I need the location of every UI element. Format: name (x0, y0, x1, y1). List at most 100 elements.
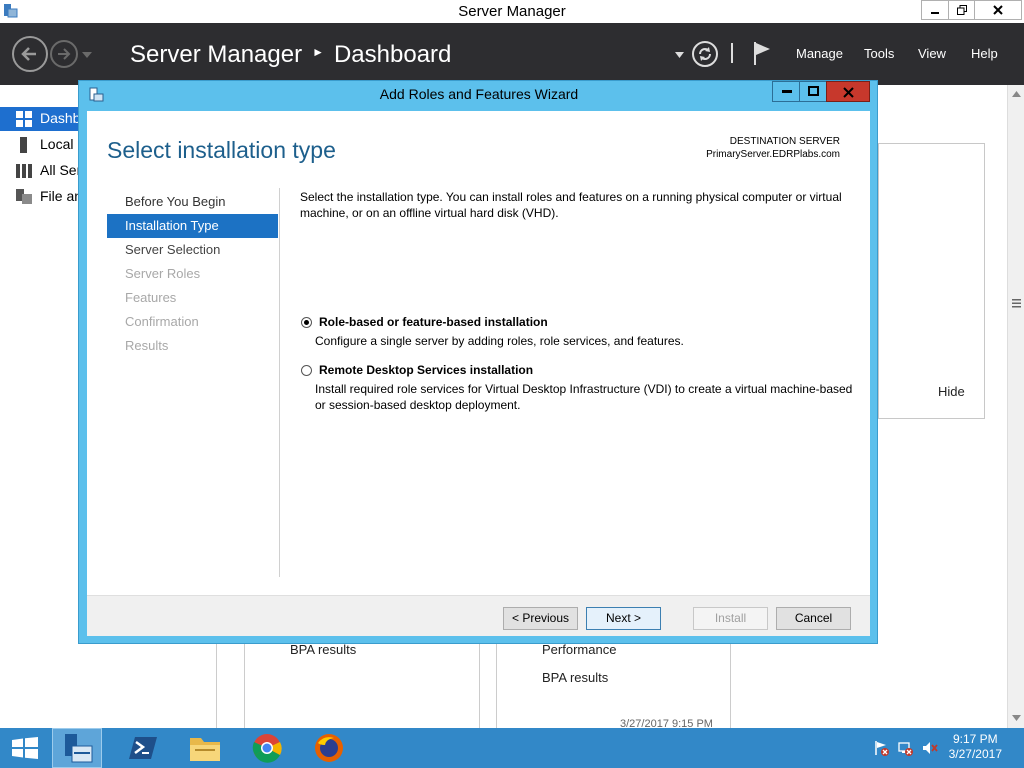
taskbar-firefox[interactable] (304, 728, 354, 768)
dialog-close-button[interactable] (826, 81, 870, 102)
window-titlebar: Server Manager (0, 0, 1024, 23)
notifications-dropdown-icon[interactable] (675, 52, 684, 58)
steps-divider (279, 188, 280, 577)
dialog-minimize-button[interactable] (772, 81, 800, 102)
breadcrumb-separator-icon: ► (312, 45, 324, 59)
remote-desktop-option-title[interactable]: Remote Desktop Services installation (319, 363, 533, 377)
wizard-body: Select installation type DESTINATION SER… (87, 111, 870, 636)
next-button[interactable]: Next > (586, 607, 661, 630)
step-before-you-begin[interactable]: Before You Begin (107, 190, 278, 214)
sidebar-item-file-storage[interactable]: File an (0, 185, 80, 209)
refresh-icon (694, 43, 716, 65)
servers-icon (16, 163, 32, 179)
step-server-roles: Server Roles (107, 262, 278, 286)
performance-link[interactable]: Performance (542, 642, 616, 657)
maximize-icon (808, 86, 819, 97)
network-icon[interactable] (898, 740, 914, 756)
server-manager-header: Server Manager ► Dashboard Manage Tools Vi… (0, 23, 1024, 85)
menu-view[interactable]: View (918, 46, 946, 61)
remote-desktop-option-desc: Install required role services for Virtu… (315, 381, 855, 413)
clock-time: 9:17 PM (949, 732, 1002, 747)
minimize-icon (782, 90, 792, 94)
destination-server-name: PrimaryServer.EDRPlabs.com (706, 148, 840, 161)
scroll-grip-icon (1012, 299, 1021, 308)
sidebar: Dashb Local S All Ser File an (0, 85, 80, 728)
step-features: Features (107, 286, 278, 310)
close-icon (843, 87, 854, 98)
menu-manage[interactable]: Manage (796, 46, 843, 61)
refresh-timestamp: 3/27/2017 9:15 PM (620, 718, 713, 728)
breadcrumb-app[interactable]: Server Manager (130, 41, 302, 68)
welcome-panel (878, 143, 985, 419)
role-based-option-desc: Configure a single server by adding role… (315, 333, 855, 349)
breadcrumb-page: Dashboard (334, 41, 451, 68)
windows-logo-icon (12, 737, 38, 759)
divider (496, 644, 497, 728)
minimize-icon (930, 5, 940, 15)
action-center-flag-icon[interactable] (874, 740, 890, 756)
dialog-maximize-button[interactable] (799, 81, 827, 102)
back-button[interactable] (12, 36, 48, 72)
close-icon (993, 5, 1003, 15)
step-installation-type[interactable]: Installation Type (107, 214, 278, 238)
dashboard-scrollbar[interactable] (1007, 85, 1024, 728)
taskbar-server-manager[interactable] (52, 728, 102, 768)
divider (244, 644, 245, 728)
sidebar-item-label: All Ser (40, 162, 80, 178)
cancel-button[interactable]: Cancel (776, 607, 851, 630)
powershell-icon (129, 735, 157, 761)
chrome-icon (252, 733, 282, 763)
minimize-button[interactable] (921, 0, 949, 20)
start-button[interactable] (0, 728, 50, 768)
sidebar-item-label: File an (40, 188, 80, 204)
destination-server-info: DESTINATION SERVER PrimaryServer.EDRPlab… (706, 135, 840, 161)
divider (216, 644, 217, 728)
sidebar-item-label: Local S (40, 136, 80, 152)
step-server-selection[interactable]: Server Selection (107, 238, 278, 262)
file-storage-icon (16, 189, 32, 205)
destination-label: DESTINATION SERVER (706, 135, 840, 148)
sidebar-item-all-servers[interactable]: All Ser (0, 159, 80, 183)
header-divider (731, 43, 733, 63)
refresh-button[interactable] (692, 41, 718, 67)
sidebar-item-dashboard[interactable]: Dashb (0, 107, 80, 131)
role-based-option-title[interactable]: Role-based or feature-based installation (319, 315, 548, 329)
scroll-up-icon[interactable] (1012, 91, 1021, 97)
step-confirmation: Confirmation (107, 310, 278, 334)
remote-desktop-radio[interactable] (301, 365, 312, 376)
role-based-radio[interactable] (301, 317, 312, 328)
restore-icon (957, 5, 967, 15)
dialog-title: Add Roles and Features Wizard (79, 86, 879, 102)
volume-muted-icon[interactable] (922, 740, 938, 756)
previous-button[interactable]: < Previous (503, 607, 578, 630)
breadcrumb: Server Manager ► Dashboard (130, 41, 451, 69)
folder-icon (189, 734, 221, 762)
taskbar-powershell[interactable] (118, 728, 168, 768)
intro-text: Select the installation type. You can in… (300, 189, 855, 221)
taskbar-file-explorer[interactable] (180, 728, 230, 768)
scroll-down-icon[interactable] (1012, 715, 1021, 721)
bpa-results-link[interactable]: BPA results (542, 670, 608, 685)
back-arrow-icon (14, 38, 46, 70)
sidebar-item-label: Dashb (40, 110, 80, 126)
bpa-results-link[interactable]: BPA results (290, 642, 356, 657)
taskbar-chrome[interactable] (242, 728, 292, 768)
forward-arrow-icon (52, 42, 76, 66)
menu-help[interactable]: Help (971, 46, 998, 61)
install-button: Install (693, 607, 768, 630)
clock-date: 3/27/2017 (949, 747, 1002, 762)
system-clock[interactable]: 9:17 PM 3/27/2017 (949, 732, 1002, 762)
divider (479, 644, 480, 728)
add-roles-wizard-dialog: Add Roles and Features Wizard Select ins… (78, 80, 878, 644)
firefox-icon (314, 733, 344, 763)
close-button[interactable] (974, 0, 1022, 20)
forward-button[interactable] (50, 40, 78, 68)
menu-tools[interactable]: Tools (864, 46, 894, 61)
step-results: Results (107, 334, 278, 358)
hide-link[interactable]: Hide (938, 384, 965, 399)
sidebar-item-local-server[interactable]: Local S (0, 133, 80, 157)
restore-button[interactable] (948, 0, 975, 20)
taskbar: 9:17 PM 3/27/2017 (0, 728, 1024, 768)
notifications-flag-icon[interactable] (752, 40, 772, 66)
history-dropdown-icon[interactable] (82, 51, 92, 59)
